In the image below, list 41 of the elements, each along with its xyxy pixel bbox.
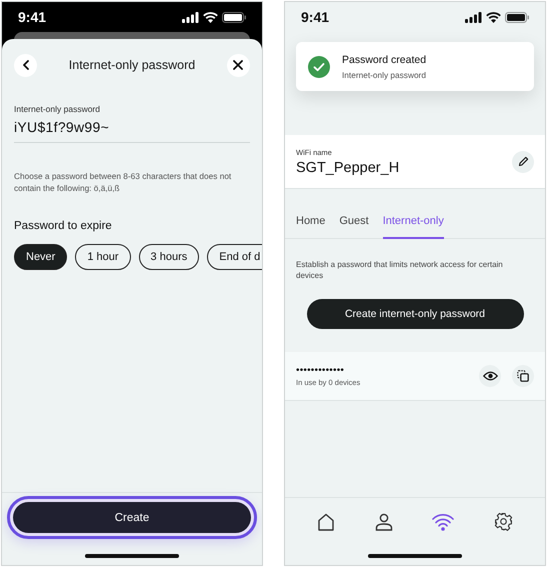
edit-button[interactable]: [512, 150, 534, 172]
expiry-chip[interactable]: Never: [14, 244, 68, 270]
status-time: 9:41: [18, 9, 46, 25]
copy-button[interactable]: [512, 365, 534, 387]
wifi-icon: [486, 12, 501, 22]
expiry-chip[interactable]: 1 hour: [75, 244, 131, 270]
close-icon: [233, 60, 244, 70]
description-text: Establish a password that limits network access for certain devices: [295, 259, 504, 281]
expiry-chip[interactable]: 3 hours: [138, 244, 200, 270]
person-icon: [374, 512, 393, 530]
tab[interactable]: Guest: [339, 211, 369, 239]
settings-icon: [494, 512, 514, 531]
home-icon: [316, 512, 335, 530]
pencil-icon: [518, 156, 528, 167]
create-password-button[interactable]: Create internet-only password: [306, 299, 524, 329]
masked-password: •••••••••••••: [296, 365, 346, 376]
signal-icon: [182, 12, 199, 22]
field-label: Internet-only password: [14, 104, 101, 114]
tab[interactable]: Internet-only: [382, 211, 444, 239]
chevron-left-icon: [22, 60, 30, 70]
copy-icon: [517, 370, 529, 382]
battery-icon: [505, 12, 529, 22]
close-button[interactable]: [226, 54, 250, 76]
toast-subtitle: Internet-only password: [342, 70, 426, 80]
eye-icon: [482, 371, 498, 381]
status-time: 9:41: [301, 9, 330, 25]
show-password-button[interactable]: [479, 365, 501, 387]
password-field[interactable]: iYU$1f?9w99~: [14, 114, 250, 143]
tab[interactable]: Home: [296, 211, 326, 239]
sheet-title: Internet-only password: [68, 58, 196, 72]
battery-icon: [222, 12, 246, 22]
back-button[interactable]: [14, 54, 37, 76]
check-icon: [308, 56, 330, 78]
wifi-icon: [203, 12, 218, 22]
toast-title: Password created: [342, 54, 426, 66]
wifi-icon: [432, 512, 454, 530]
signal-icon: [465, 12, 482, 22]
section-heading: Password to expire: [14, 220, 113, 232]
create-button[interactable]: Create: [13, 502, 251, 533]
hint-text: Choose a password between 8-63 characters that does not contain the following: ö,ä,ü,ß: [14, 170, 232, 194]
wifi-name: SGT_Pepper_H: [296, 160, 400, 176]
